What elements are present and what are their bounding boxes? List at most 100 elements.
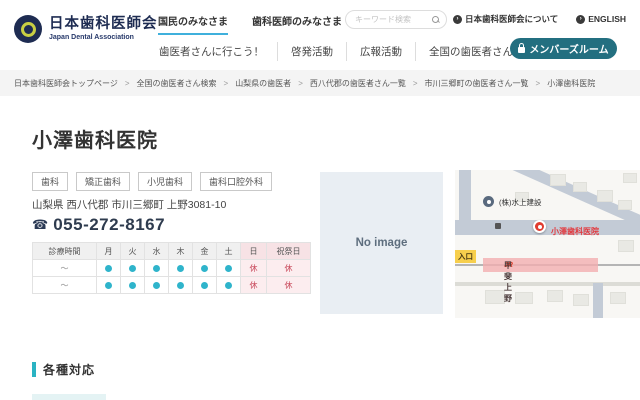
- clinic-address: 山梨県 西八代郡 市川三郷町 上野3081-10: [32, 197, 226, 212]
- closed-cell: 休: [241, 277, 267, 294]
- map-company-label: (株)水上建設: [499, 197, 542, 208]
- open-cell: [169, 277, 193, 294]
- open-dot: [105, 265, 112, 272]
- english-link[interactable]: › ENGLISH: [576, 13, 626, 25]
- page-title: 小澤歯科医院: [32, 124, 158, 153]
- breadcrumb-search[interactable]: 全国の歯医者さん検索: [137, 78, 217, 89]
- logo-subtitle: Japan Dental Association: [49, 34, 158, 41]
- jda-emblem-icon: [14, 15, 42, 43]
- open-dot: [201, 265, 208, 272]
- clinic-map-label: 小澤歯科医院: [551, 226, 599, 237]
- open-cell: [217, 277, 241, 294]
- breadcrumb: 日本歯科医師会トップページ > 全国の歯医者さん検索 > 山梨県の歯医者 > 西…: [0, 70, 640, 96]
- schedule-table: 診療時間 月 火 水 木 金 土 日 祝祭日 ～ 休 休 ～: [32, 242, 311, 294]
- open-dot: [225, 282, 232, 289]
- section-accent-bar: [32, 362, 36, 377]
- search-icon[interactable]: [432, 16, 440, 24]
- map-building: [597, 190, 613, 202]
- utility-links: › 日本歯科医師会について › ENGLISH: [453, 13, 626, 25]
- schedule-row: ～ 休 休: [33, 277, 311, 294]
- support-section-heading: 各種対応: [32, 361, 95, 378]
- open-cell: [97, 277, 121, 294]
- breadcrumb-district[interactable]: 西八代郡の歯医者さん一覧: [310, 78, 406, 89]
- map-building: [618, 200, 632, 210]
- map-building: [623, 173, 637, 183]
- arrow-circle-icon: ›: [453, 15, 462, 24]
- map-building: [573, 182, 587, 192]
- breadcrumb-town[interactable]: 市川三郷町の歯医者さん一覧: [425, 78, 529, 89]
- open-dot: [129, 265, 136, 272]
- location-map[interactable]: 甲斐上野 JR (株)水上建設 小澤歯科医院 入口: [455, 170, 640, 318]
- open-dot: [177, 282, 184, 289]
- open-dot: [105, 282, 112, 289]
- breadcrumb-prefecture[interactable]: 山梨県の歯医者: [235, 78, 291, 89]
- map-road: [455, 282, 640, 286]
- tag-orthodontics: 矯正歯科: [76, 172, 130, 191]
- open-cell: [121, 260, 145, 277]
- nav-awareness[interactable]: 啓発活動: [277, 42, 346, 61]
- globe-circle-icon: ›: [576, 15, 585, 24]
- open-dot: [153, 265, 160, 272]
- section-title: 各種対応: [43, 361, 95, 378]
- open-cell: [145, 277, 169, 294]
- header: 日本歯科医師会 Japan Dental Association 国民のみなさま…: [0, 0, 640, 70]
- map-building: [610, 292, 626, 304]
- map-station-label: 甲斐上野 JR: [504, 260, 513, 269]
- site-logo[interactable]: 日本歯科医師会 Japan Dental Association: [14, 15, 158, 43]
- open-cell: [217, 260, 241, 277]
- lock-icon: [518, 47, 525, 53]
- breadcrumb-home[interactable]: 日本歯科医師会トップページ: [14, 78, 118, 89]
- map-building: [485, 290, 505, 304]
- nav-go-to-dentist[interactable]: 歯医者さんに行こう！: [146, 42, 277, 61]
- open-dot: [177, 265, 184, 272]
- map-road: [593, 283, 603, 318]
- map-building: [515, 292, 533, 304]
- map-building: [550, 174, 566, 186]
- department-tags: 歯科 矯正歯科 小児歯科 歯科口腔外科: [32, 172, 272, 191]
- open-dot: [153, 282, 160, 289]
- phone-number[interactable]: 055-272-8167: [53, 215, 165, 235]
- tag-dentistry: 歯科: [32, 172, 68, 191]
- open-dot: [225, 265, 232, 272]
- tag-oral-surgery: 歯科口腔外科: [200, 172, 272, 191]
- phone-row: ☎ 055-272-8167: [32, 215, 165, 235]
- main-nav: 歯医者さんに行こう！ 啓発活動 広報活動 全国の歯医者さん検索: [146, 42, 547, 61]
- open-cell: [193, 260, 217, 277]
- map-company-marker: [483, 196, 494, 207]
- schedule-header-row: 診療時間 月 火 水 木 金 土 日 祝祭日: [33, 243, 311, 260]
- map-station-band: [483, 258, 598, 272]
- bus-stop-icon: [495, 223, 501, 229]
- support-table-partial: [32, 394, 106, 400]
- map-entrance-badge: 入口: [455, 250, 476, 263]
- open-dot: [201, 282, 208, 289]
- map-road: [455, 220, 640, 235]
- time-range: ～: [33, 260, 97, 277]
- map-building: [573, 294, 589, 306]
- map-building: [618, 240, 634, 252]
- members-room-button[interactable]: メンバーズルーム: [510, 38, 617, 59]
- open-cell: [169, 260, 193, 277]
- closed-cell: 休: [267, 260, 311, 277]
- tag-pediatric: 小児歯科: [138, 172, 192, 191]
- nav-citizens[interactable]: 国民のみなさま: [158, 13, 228, 35]
- map-building: [547, 290, 563, 302]
- about-link[interactable]: › 日本歯科医師会について: [453, 13, 558, 25]
- phone-icon: ☎: [32, 217, 48, 233]
- open-cell: [145, 260, 169, 277]
- clinic-map-pin[interactable]: [533, 220, 546, 233]
- nav-pr[interactable]: 広報活動: [346, 42, 415, 61]
- closed-cell: 休: [267, 277, 311, 294]
- open-dot: [129, 282, 136, 289]
- breadcrumb-current: 小澤歯科医院: [547, 78, 595, 89]
- open-cell: [193, 277, 217, 294]
- logo-title: 日本歯科医師会: [49, 17, 158, 33]
- audience-nav: 国民のみなさま 歯科医師のみなさま: [158, 13, 342, 35]
- keyword-search: [345, 10, 447, 29]
- page: 日本歯科医師会 Japan Dental Association 国民のみなさま…: [0, 0, 640, 400]
- closed-cell: 休: [241, 260, 267, 277]
- clinic-photo-placeholder: No image: [320, 172, 443, 314]
- open-cell: [97, 260, 121, 277]
- search-input[interactable]: [355, 15, 429, 24]
- open-cell: [121, 277, 145, 294]
- nav-dentists[interactable]: 歯科医師のみなさま: [252, 13, 342, 35]
